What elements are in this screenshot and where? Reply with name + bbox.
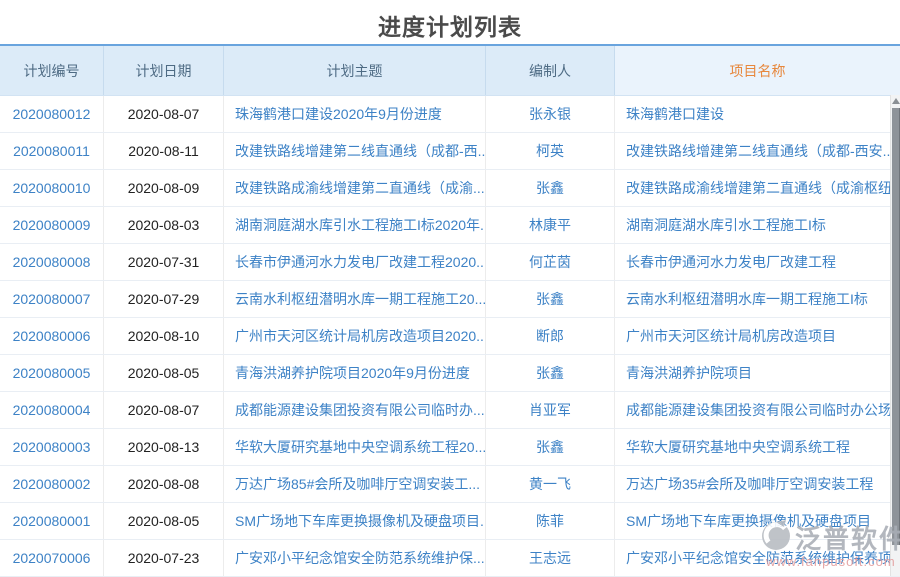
column-header-plan-subject: 计划主题 <box>224 46 486 95</box>
plan-date: 2020-07-31 <box>104 244 224 280</box>
plan-date: 2020-08-09 <box>104 170 224 206</box>
plan-id-link[interactable]: 2020080003 <box>0 429 104 465</box>
table-row: 20200800062020-08-10广州市天河区统计局机房改造项目2020.… <box>0 318 900 355</box>
project-name-link[interactable]: 长春市伊通河水力发电厂改建工程 <box>615 244 900 280</box>
project-name-link[interactable]: 珠海鹤港口建设 <box>615 96 900 132</box>
plan-id-link[interactable]: 2020080006 <box>0 318 104 354</box>
compiler-name: 张鑫 <box>486 355 615 391</box>
compiler-name: 张永银 <box>486 96 615 132</box>
plan-id-link[interactable]: 2020080002 <box>0 466 104 502</box>
compiler-name: 肖亚军 <box>486 392 615 428</box>
plan-id-link[interactable]: 2020080011 <box>0 133 104 169</box>
table-row: 20200800112020-08-11改建铁路线增建第二线直通线（成都-西..… <box>0 133 900 170</box>
plan-date: 2020-07-29 <box>104 281 224 317</box>
project-name-link[interactable]: 改建铁路成渝线增建第二直通线（成渝枢纽... <box>615 170 900 206</box>
compiler-name: 柯英 <box>486 133 615 169</box>
plan-date: 2020-08-11 <box>104 133 224 169</box>
plan-subject-link[interactable]: 云南水利枢纽潜明水库一期工程施工20... <box>224 281 486 317</box>
table-row: 20200700062020-07-23广安邓小平纪念馆安全防范系统维护保...… <box>0 540 900 577</box>
table-row: 20200800032020-08-13华软大厦研究基地中央空调系统工程20..… <box>0 429 900 466</box>
plan-subject-link[interactable]: 改建铁路成渝线增建第二直通线（成渝... <box>224 170 486 206</box>
page-title: 进度计划列表 <box>0 0 900 44</box>
table-header-row: 计划编号 计划日期 计划主题 编制人 项目名称 <box>0 44 900 96</box>
plan-date: 2020-08-13 <box>104 429 224 465</box>
plan-id-link[interactable]: 2020070006 <box>0 540 104 576</box>
project-name-link[interactable]: 华软大厦研究基地中央空调系统工程 <box>615 429 900 465</box>
project-name-link[interactable]: 成都能源建设集团投资有限公司临时办公场... <box>615 392 900 428</box>
plan-date: 2020-08-10 <box>104 318 224 354</box>
table-row: 20200800042020-08-07成都能源建设集团投资有限公司临时办...… <box>0 392 900 429</box>
plan-date: 2020-07-23 <box>104 540 224 576</box>
plan-date: 2020-08-07 <box>104 392 224 428</box>
table-row: 20200800022020-08-08万达广场85#会所及咖啡厅空调安装工..… <box>0 466 900 503</box>
plan-subject-link[interactable]: SM广场地下车库更换摄像机及硬盘项目... <box>224 503 486 539</box>
column-header-compiler: 编制人 <box>486 46 615 95</box>
table-row: 20200800082020-07-31长春市伊通河水力发电厂改建工程2020.… <box>0 244 900 281</box>
table-body: 20200800122020-08-07珠海鹤港口建设2020年9月份进度张永银… <box>0 96 900 577</box>
column-header-plan-date: 计划日期 <box>104 46 224 95</box>
plan-date: 2020-08-08 <box>104 466 224 502</box>
column-header-project-name[interactable]: 项目名称 <box>615 46 900 95</box>
scroll-up-arrow-icon[interactable] <box>892 98 900 104</box>
project-name-link[interactable]: 广安邓小平纪念馆安全防范系统维护保养项目 <box>615 540 900 576</box>
compiler-name: 断郎 <box>486 318 615 354</box>
compiler-name: 张鑫 <box>486 429 615 465</box>
table-row: 20200800072020-07-29云南水利枢纽潜明水库一期工程施工20..… <box>0 281 900 318</box>
plan-id-link[interactable]: 2020080008 <box>0 244 104 280</box>
plan-subject-link[interactable]: 华软大厦研究基地中央空调系统工程20... <box>224 429 486 465</box>
compiler-name: 林康平 <box>486 207 615 243</box>
compiler-name: 张鑫 <box>486 281 615 317</box>
plan-date: 2020-08-05 <box>104 503 224 539</box>
plan-id-link[interactable]: 2020080007 <box>0 281 104 317</box>
vertical-scrollbar[interactable] <box>890 95 900 576</box>
compiler-name: 王志远 <box>486 540 615 576</box>
plan-subject-link[interactable]: 长春市伊通河水力发电厂改建工程2020... <box>224 244 486 280</box>
plan-id-link[interactable]: 2020080004 <box>0 392 104 428</box>
compiler-name: 张鑫 <box>486 170 615 206</box>
plan-id-link[interactable]: 2020080005 <box>0 355 104 391</box>
compiler-name: 陈菲 <box>486 503 615 539</box>
project-name-link[interactable]: 万达广场35#会所及咖啡厅空调安装工程 <box>615 466 900 502</box>
column-header-plan-id: 计划编号 <box>0 46 104 95</box>
plan-subject-link[interactable]: 改建铁路线增建第二线直通线（成都-西... <box>224 133 486 169</box>
plan-subject-link[interactable]: 青海洪湖养护院项目2020年9月份进度 <box>224 355 486 391</box>
scrollbar-thumb[interactable] <box>892 108 900 545</box>
plan-id-link[interactable]: 2020080010 <box>0 170 104 206</box>
plan-subject-link[interactable]: 湖南洞庭湖水库引水工程施工I标2020年... <box>224 207 486 243</box>
project-name-link[interactable]: 改建铁路线增建第二线直通线（成都-西安... <box>615 133 900 169</box>
plan-subject-link[interactable]: 万达广场85#会所及咖啡厅空调安装工... <box>224 466 486 502</box>
table-row: 20200800092020-08-03湖南洞庭湖水库引水工程施工I标2020年… <box>0 207 900 244</box>
project-name-link[interactable]: SM广场地下车库更换摄像机及硬盘项目 <box>615 503 900 539</box>
plan-id-link[interactable]: 2020080012 <box>0 96 104 132</box>
plan-subject-link[interactable]: 广州市天河区统计局机房改造项目2020... <box>224 318 486 354</box>
project-name-link[interactable]: 青海洪湖养护院项目 <box>615 355 900 391</box>
project-name-link[interactable]: 湖南洞庭湖水库引水工程施工I标 <box>615 207 900 243</box>
progress-plan-table: 计划编号 计划日期 计划主题 编制人 项目名称 20200800122020-0… <box>0 44 900 577</box>
plan-date: 2020-08-05 <box>104 355 224 391</box>
plan-date: 2020-08-07 <box>104 96 224 132</box>
table-row: 20200800102020-08-09改建铁路成渝线增建第二直通线（成渝...… <box>0 170 900 207</box>
table-row: 20200800052020-08-05青海洪湖养护院项目2020年9月份进度张… <box>0 355 900 392</box>
table-row: 20200800122020-08-07珠海鹤港口建设2020年9月份进度张永银… <box>0 96 900 133</box>
plan-subject-link[interactable]: 广安邓小平纪念馆安全防范系统维护保... <box>224 540 486 576</box>
plan-date: 2020-08-03 <box>104 207 224 243</box>
plan-id-link[interactable]: 2020080009 <box>0 207 104 243</box>
plan-subject-link[interactable]: 珠海鹤港口建设2020年9月份进度 <box>224 96 486 132</box>
compiler-name: 何芷茵 <box>486 244 615 280</box>
plan-subject-link[interactable]: 成都能源建设集团投资有限公司临时办... <box>224 392 486 428</box>
plan-id-link[interactable]: 2020080001 <box>0 503 104 539</box>
project-name-link[interactable]: 云南水利枢纽潜明水库一期工程施工I标 <box>615 281 900 317</box>
table-row: 20200800012020-08-05SM广场地下车库更换摄像机及硬盘项目..… <box>0 503 900 540</box>
compiler-name: 黄一飞 <box>486 466 615 502</box>
project-name-link[interactable]: 广州市天河区统计局机房改造项目 <box>615 318 900 354</box>
